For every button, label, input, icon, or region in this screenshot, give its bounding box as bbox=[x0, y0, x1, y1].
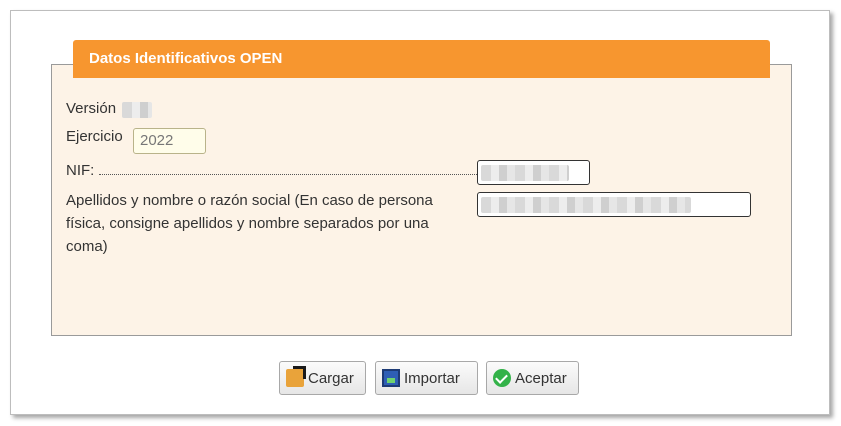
dialog-window: Datos Identificativos OPEN Versión Ejerc… bbox=[10, 10, 830, 415]
importar-button[interactable]: Importar bbox=[375, 361, 478, 395]
apellidos-field[interactable] bbox=[477, 192, 751, 217]
version-label: Versión bbox=[66, 100, 117, 117]
ejercicio-label: Ejercicio bbox=[66, 128, 123, 145]
apellidos-label: Apellidos y nombre o razón social (En ca… bbox=[66, 192, 433, 255]
nif-label: NIF: bbox=[66, 162, 95, 179]
cargar-label: Cargar bbox=[308, 369, 354, 387]
check-icon bbox=[493, 369, 511, 387]
aceptar-label: Aceptar bbox=[515, 369, 567, 387]
panel-title: Datos Identificativos OPEN bbox=[73, 40, 770, 78]
version-value-redacted bbox=[122, 102, 152, 118]
upload-icon bbox=[286, 366, 306, 387]
nif-leader-line bbox=[99, 174, 477, 175]
importar-label: Importar bbox=[404, 369, 460, 387]
nif-field[interactable] bbox=[477, 160, 590, 185]
cargar-button[interactable]: Cargar bbox=[279, 361, 366, 395]
apellidos-value-redacted bbox=[481, 197, 691, 213]
import-icon bbox=[382, 369, 400, 387]
nif-value-redacted bbox=[481, 165, 569, 181]
aceptar-button[interactable]: Aceptar bbox=[486, 361, 579, 395]
ejercicio-field[interactable]: 2022 bbox=[133, 128, 206, 154]
